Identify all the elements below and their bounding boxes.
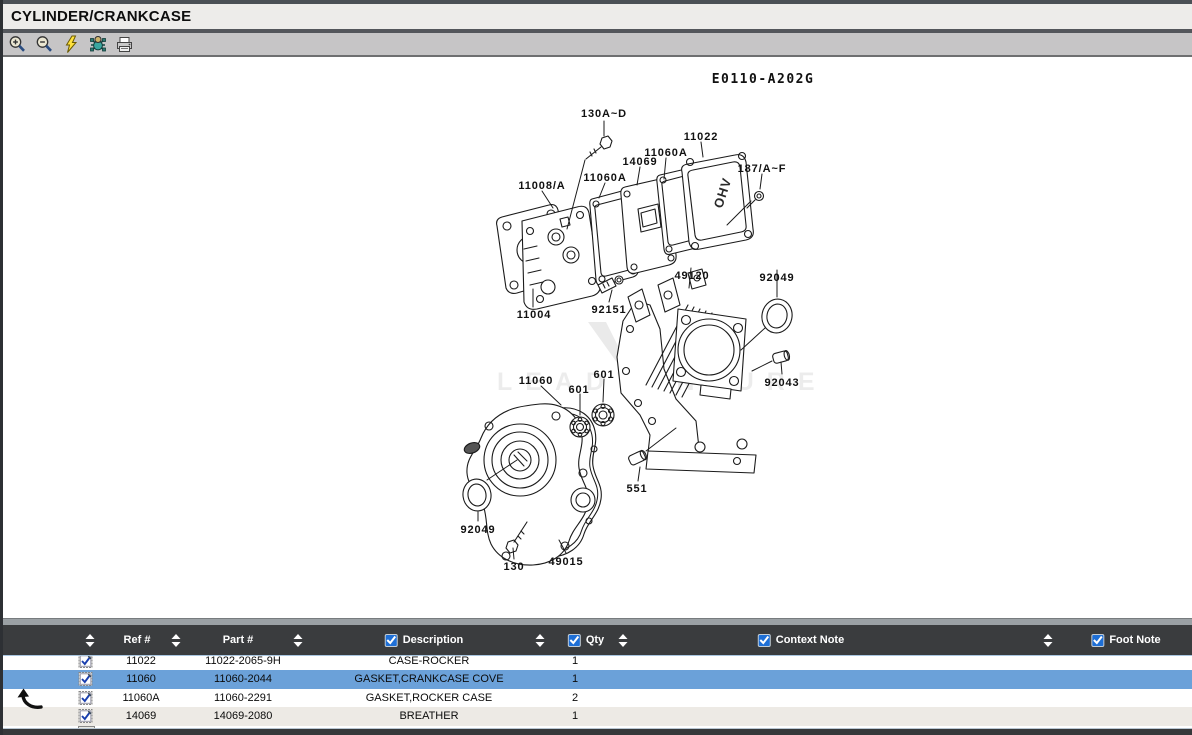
page-title: CYLINDER/CRANKCASE (0, 8, 191, 25)
zoom-in-icon[interactable] (6, 34, 28, 54)
sort-icon[interactable] (86, 625, 95, 655)
hotspot-icon[interactable] (87, 34, 109, 54)
table-row-11022[interactable]: 11022 11022-2065-9H CASE-ROCKER 1 (0, 656, 1192, 670)
column-header-label: Description (403, 634, 464, 646)
parts-catalog-window: CYLINDER/CRANKCASE (0, 0, 1192, 735)
row-select-icon[interactable] (78, 708, 95, 727)
part-label-11004[interactable]: 11004 (517, 309, 551, 321)
table-row-11060[interactable]: 11060 11060-2044 GASKET,CRANKCASE COVE 1 (0, 670, 1192, 689)
diagram-code-label[interactable]: E0110-A202G (712, 72, 815, 87)
part-label-11060a[interactable]: 11060A (583, 172, 626, 184)
row-select-icon[interactable] (78, 656, 95, 670)
part-label-187-a-f[interactable]: 187/A~F (738, 163, 787, 175)
window-bottom-bar (0, 728, 1192, 735)
part-label-92049[interactable]: 92049 (759, 272, 794, 284)
part-label-14069[interactable]: 14069 (622, 156, 657, 168)
column-header-label: Context Note (776, 634, 844, 646)
ref-cell: 11060 (126, 670, 156, 689)
part-label-11008-a[interactable]: 11008/A (518, 180, 565, 192)
column-header-label: Qty (586, 634, 604, 646)
sort-icon[interactable] (619, 625, 628, 655)
table-header: Ref # Part # Description Qty Context Note Foo… (0, 625, 1192, 656)
description-cell: GASKET,ROCKER CASE (366, 689, 493, 708)
table-row-14069[interactable]: 14069 14069-2080 BREATHER 1 (0, 707, 1192, 726)
column-header-description[interactable]: Description (385, 625, 464, 655)
column-header-qty[interactable]: Qty (568, 625, 604, 655)
back-arrow-icon[interactable] (16, 687, 44, 715)
sort-icon[interactable] (172, 625, 181, 655)
column-header-label: Foot Note (1109, 634, 1160, 646)
toolbar (0, 33, 1192, 57)
part-number-cell: 14069-2080 (214, 707, 273, 726)
part-number-cell: 11060-2044 (214, 670, 272, 689)
part-label-130a-d[interactable]: 130A~D (581, 108, 627, 120)
part-label-49120[interactable]: 49120 (674, 270, 709, 282)
part-label-601[interactable]: 601 (593, 369, 614, 381)
part-label-49015[interactable]: 49015 (548, 556, 583, 568)
part-label-601[interactable]: 601 (568, 384, 589, 396)
window-left-edge (0, 0, 3, 735)
table-top-grip[interactable] (0, 618, 1192, 625)
part-number-cell: 11022-2065-9H (205, 656, 281, 670)
column-checkbox-description[interactable] (385, 634, 398, 647)
qty-cell: 1 (572, 656, 578, 670)
title-bar: CYLINDER/CRANKCASE (0, 4, 1192, 29)
zoom-out-icon[interactable] (33, 34, 55, 54)
qty-cell: 1 (572, 707, 578, 726)
qty-cell: 2 (572, 689, 578, 708)
part-label-11022[interactable]: 11022 (684, 131, 718, 143)
part-label-92151[interactable]: 92151 (591, 304, 626, 316)
column-header-label: Ref # (124, 634, 151, 646)
ref-cell: 11022 (126, 656, 156, 670)
column-header-ref[interactable]: Ref # (124, 625, 151, 655)
part-label-551[interactable]: 551 (626, 483, 647, 495)
column-header-foot-note[interactable]: Foot Note (1091, 625, 1160, 655)
column-checkbox-qty[interactable] (568, 634, 581, 647)
part-label-11060[interactable]: 11060 (519, 375, 553, 387)
diagram-area: LEADVENTURE (0, 59, 1192, 618)
ref-cell: 11060A (122, 689, 159, 708)
part-label-92049[interactable]: 92049 (460, 524, 495, 536)
print-icon[interactable] (114, 34, 136, 54)
row-select-icon[interactable] (78, 690, 95, 709)
sort-icon[interactable] (294, 625, 303, 655)
part-label-130[interactable]: 130 (503, 561, 524, 573)
sort-icon[interactable] (1044, 625, 1053, 655)
column-header-part[interactable]: Part # (223, 625, 254, 655)
description-cell: BREATHER (399, 707, 458, 726)
column-checkbox-foot-note[interactable] (1091, 634, 1104, 647)
description-cell: GASKET,CRANKCASE COVE (354, 670, 503, 689)
table-body: 1102211022-2065-9HCASE-ROCKER11106011060… (0, 656, 1192, 726)
column-checkbox-context-note[interactable] (758, 634, 771, 647)
part-number-cell: 11060-2291 (214, 689, 272, 708)
sort-icon[interactable] (536, 625, 545, 655)
column-header-context-note[interactable]: Context Note (758, 625, 844, 655)
row-select-icon[interactable] (78, 671, 95, 690)
column-header-label: Part # (223, 634, 254, 646)
part-label-92043[interactable]: 92043 (764, 377, 799, 389)
description-cell: CASE-ROCKER (389, 656, 470, 670)
table-row-11060a[interactable]: 11060A 11060-2291 GASKET,ROCKER CASE 2 (0, 689, 1192, 708)
exploded-diagram-art: OHV (0, 59, 1192, 618)
ref-cell: 14069 (126, 707, 157, 726)
lightning-icon[interactable] (60, 34, 82, 54)
qty-cell: 1 (572, 670, 578, 689)
